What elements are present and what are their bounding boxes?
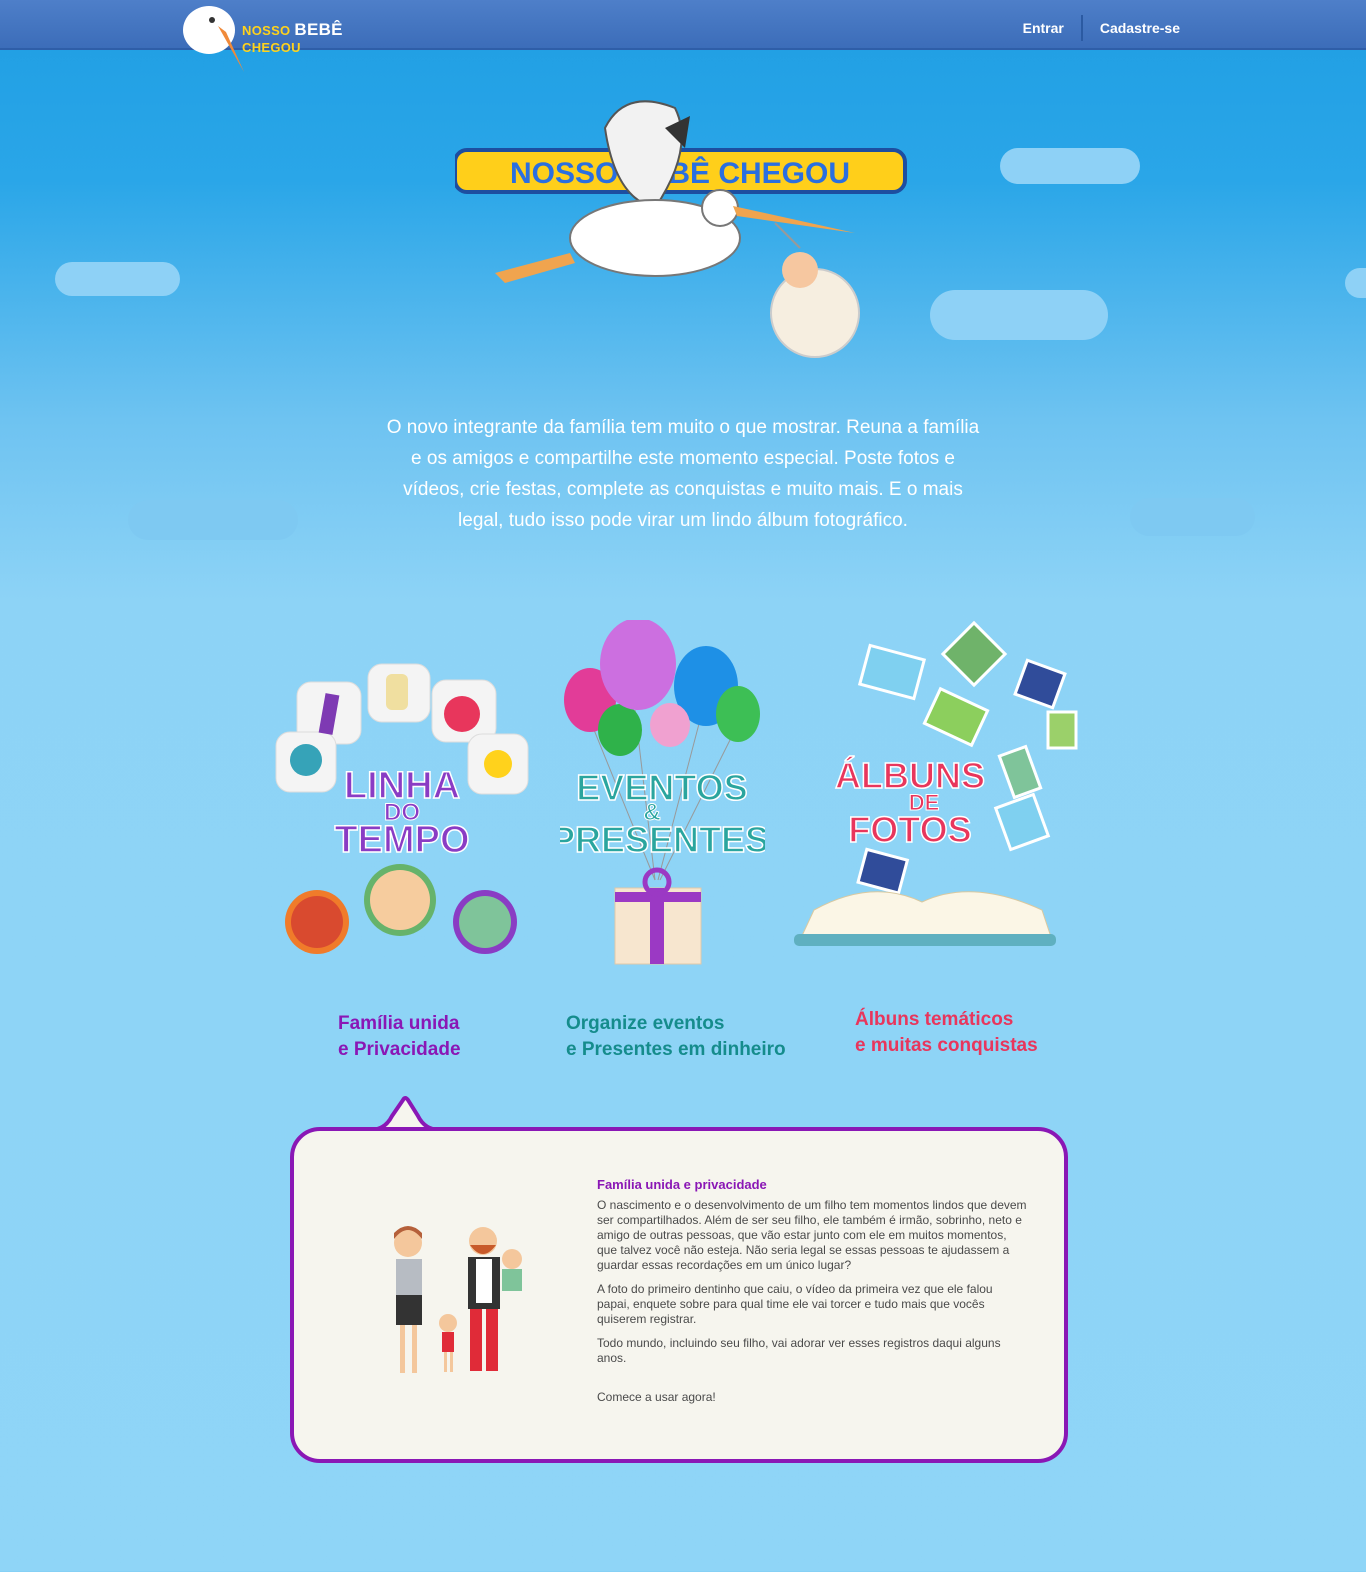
stork-banner-illustration: NOSSO BEBÊ CHEGOU	[453, 100, 907, 358]
intro-text: O novo integrante da família tem muito o…	[386, 417, 980, 531]
cloud	[1345, 268, 1366, 298]
feature-timeline-caption: Família unida e Privacidade	[338, 1011, 461, 1063]
feature-timeline-caption-line2: e Privacidade	[338, 1039, 461, 1060]
timeline-title-line3: TEMPO	[334, 819, 469, 861]
feature-events-caption-line2: e Presentes em dinheiro	[566, 1039, 786, 1060]
top-nav: Entrar Cadastre-se	[1023, 15, 1180, 41]
feature-events-caption: Organize eventos e Presentes em dinheiro	[566, 1011, 786, 1063]
family-illustration	[394, 1226, 522, 1373]
balloons-gift-illustration: EVENTOS & PRESENTES	[550, 618, 770, 965]
feature-timeline[interactable]: LINHA DO TEMPO	[272, 660, 532, 970]
signup-link[interactable]: Cadastre-se	[1100, 20, 1180, 36]
panel-paragraph: A foto do primeiro dentinho que caiu, o …	[597, 1282, 993, 1326]
cloud	[55, 262, 180, 296]
site-logo[interactable]: NOSSO BEBÊ CHEGOU	[182, 2, 402, 74]
login-link[interactable]: Entrar	[1023, 20, 1064, 36]
panel-text: Família unida e privacidade O nascimento…	[597, 1177, 1027, 1414]
events-title-line3: PRESENTES	[560, 819, 765, 860]
feature-events-gifts[interactable]: EVENTOS & PRESENTES	[550, 618, 770, 970]
panel-cta-text[interactable]: Comece a usar agora!	[597, 1390, 1027, 1405]
feature-albums-caption-line2: e muitas conquistas	[855, 1035, 1038, 1056]
feature-timeline-caption-line1: Família unida	[338, 1013, 460, 1034]
feature-albums-caption: Álbuns temáticos e muitas conquistas	[855, 1007, 1038, 1059]
feature-detail-panel: Família unida e privacidade O nascimento…	[290, 1127, 1068, 1463]
photo-album-illustration: ÁLBUNS DE FOTOS	[794, 620, 1078, 946]
logo-text: NOSSO BEBÊ CHEGOU	[242, 20, 402, 55]
feature-albums-caption-line1: Álbuns temáticos	[855, 1009, 1014, 1030]
hero-banner-text: NOSSO BEBÊ CHEGOU	[510, 156, 850, 190]
albums-title-line3: FOTOS	[848, 809, 971, 850]
cloud	[1130, 498, 1255, 536]
panel-paragraph: O nascimento e o desenvolvimento de um f…	[597, 1198, 1027, 1272]
logo-word-bebe: BEBÊ	[294, 20, 343, 39]
cloud	[1000, 148, 1140, 184]
events-title-line1: EVENTOS	[576, 767, 747, 808]
logo-word-nosso: NOSSO	[242, 23, 291, 38]
panel-heading: Família unida e privacidade	[597, 1177, 767, 1192]
panel-paragraph: Todo mundo, incluindo seu filho, vai ado…	[597, 1336, 1001, 1365]
cloud	[128, 500, 298, 540]
feature-events-caption-line1: Organize eventos	[566, 1013, 725, 1034]
feature-photo-albums[interactable]: ÁLBUNS DE FOTOS	[792, 620, 1092, 950]
hero-illustration: NOSSO BEBÊ CHEGOU	[453, 88, 915, 358]
cloud	[930, 290, 1108, 340]
nav-divider	[1080, 15, 1083, 41]
timeline-illustration: LINHA DO TEMPO	[275, 663, 529, 954]
logo-word-chegou: CHEGOU	[242, 40, 301, 55]
